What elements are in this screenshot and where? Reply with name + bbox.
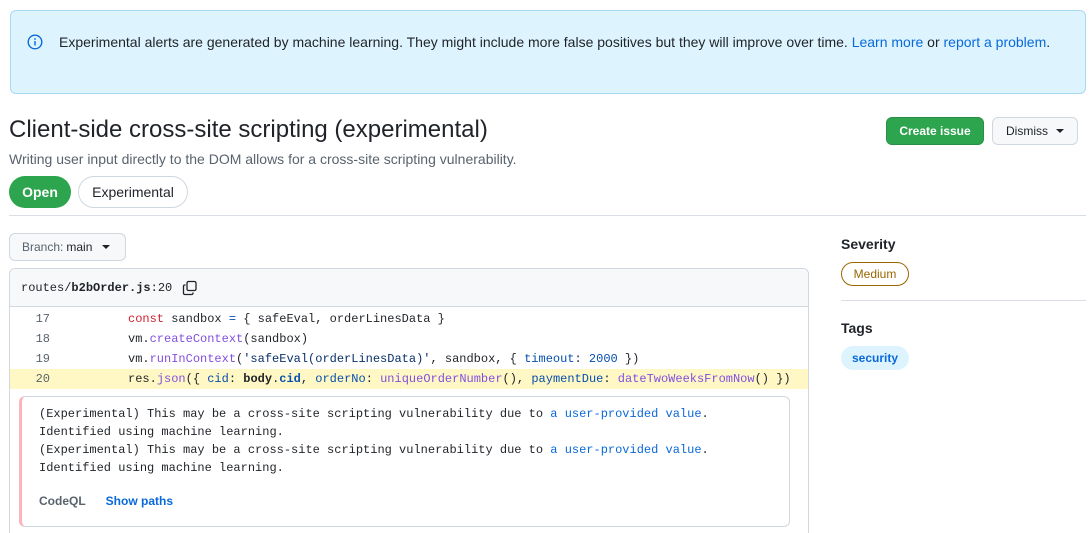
code-line-highlighted: 20 res.json({ cid: body.cid, orderNo: uni… [10, 369, 808, 389]
status-badge: Open [9, 176, 71, 208]
line-number: 20 [35, 372, 50, 386]
branch-value: main [66, 240, 93, 254]
user-provided-value-link[interactable]: a user-provided value [550, 443, 701, 457]
severity-badge: Medium [841, 262, 909, 286]
line-number: 17 [35, 312, 50, 326]
alert-description: Writing user input directly to the DOM a… [9, 151, 517, 167]
code-line: 19 vm.runInContext('safeEval(orderLinesDa… [10, 349, 808, 369]
code-text: vm.runInContext('safeEval(orderLinesData… [128, 352, 640, 366]
code-text: vm.createContext(sandbox) [128, 332, 309, 346]
report-problem-link[interactable]: report a problem [944, 34, 1047, 50]
code-text: const sandbox = { safeEval, orderLinesDa… [128, 312, 445, 326]
create-issue-button[interactable]: Create issue [886, 117, 984, 145]
chevron-down-icon [1056, 129, 1064, 133]
code-text: res.json({ cid: body.cid, orderNo: uniqu… [128, 372, 791, 386]
page-title: Client-side cross-site scripting (experi… [9, 116, 488, 143]
tag-security[interactable]: security [841, 346, 909, 370]
alert-message-box: (Experimental) This may be a cross-site … [19, 396, 790, 527]
line-number: 18 [35, 332, 50, 346]
experimental-label: Experimental [78, 176, 188, 208]
file-path-prefix: routes/ [21, 280, 72, 295]
branch-label: Branch: [22, 240, 64, 254]
chevron-down-icon [102, 245, 111, 249]
alert-message: (Experimental) This may be a cross-site … [39, 407, 709, 475]
tags-heading: Tags [841, 320, 873, 336]
banner-or: or [927, 34, 940, 50]
severity-heading: Severity [841, 236, 896, 252]
banner-text: Experimental alerts are generated by mac… [59, 34, 848, 50]
file-name: b2bOrder.js [71, 280, 151, 295]
info-icon [27, 34, 43, 50]
line-number: 19 [35, 352, 50, 366]
divider [9, 215, 1086, 216]
dismiss-label: Dismiss [1006, 124, 1048, 138]
user-provided-value-link[interactable]: a user-provided value [550, 407, 701, 421]
code-line: 17 const sandbox = { safeEval, orderLines… [10, 309, 808, 329]
code-file-header: routes/b2bOrder.js:20 [10, 269, 808, 307]
show-paths-link[interactable]: Show paths [106, 494, 173, 508]
learn-more-link[interactable]: Learn more [852, 34, 924, 50]
sidebar-divider [841, 300, 1086, 301]
branch-selector[interactable]: Branch: main [9, 233, 126, 261]
code-line: 18 vm.createContext(sandbox) [10, 329, 808, 349]
experimental-banner: Experimental alerts are generated by mac… [10, 10, 1086, 94]
dismiss-button[interactable]: Dismiss [992, 117, 1078, 145]
file-line: :20 [150, 280, 173, 295]
alert-footer: CodeQL Show paths [39, 494, 173, 508]
copy-icon[interactable] [182, 280, 198, 296]
tool-name: CodeQL [39, 494, 86, 508]
